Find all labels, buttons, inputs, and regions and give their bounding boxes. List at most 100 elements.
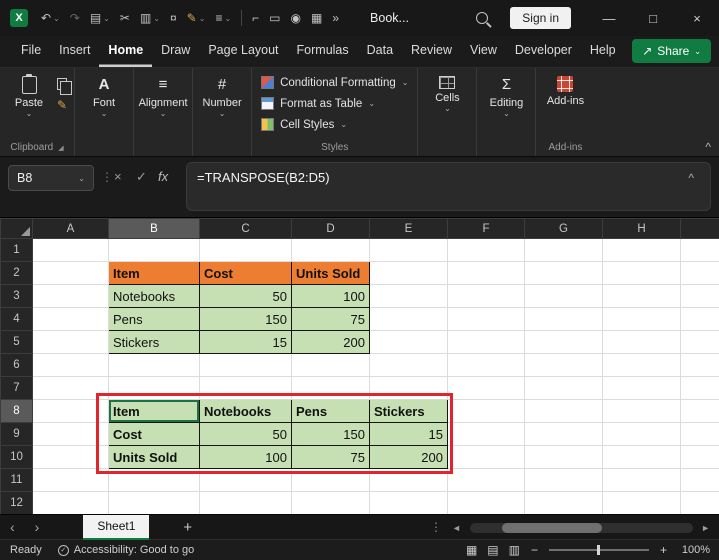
cell-C4[interactable]: 150 xyxy=(199,307,292,331)
cell-G3[interactable] xyxy=(524,284,603,308)
maximize-button[interactable]: □ xyxy=(631,0,675,36)
collapse-formula-bar-icon[interactable]: ^ xyxy=(688,171,694,185)
cell-F11[interactable] xyxy=(447,468,525,492)
cell-E9[interactable]: 15 xyxy=(369,422,448,446)
cell-styles-button[interactable]: Cell Styles ⌄ xyxy=(255,114,353,135)
print-button[interactable]: ▤ ⌄ xyxy=(85,5,115,31)
column-header-G[interactable]: G xyxy=(524,218,603,239)
paste-button[interactable]: Paste ⌄ xyxy=(3,70,55,118)
cell-A10[interactable] xyxy=(32,445,109,469)
row-header-5[interactable]: 5 xyxy=(0,330,33,354)
table-button[interactable]: ▦ xyxy=(306,5,327,31)
cell-B11[interactable] xyxy=(108,468,200,492)
cell-E3[interactable] xyxy=(369,284,448,308)
column-header-C[interactable]: C xyxy=(199,218,292,239)
cell-F8[interactable] xyxy=(447,399,525,423)
zoom-in-button[interactable]: + xyxy=(660,543,667,557)
conditional-formatting-button[interactable]: Conditional Formatting ⌄ xyxy=(255,72,414,93)
cell-E1[interactable] xyxy=(369,238,448,262)
name-box[interactable]: B8 ⌄ xyxy=(8,165,94,191)
copy-button[interactable]: ▥ ⌄ xyxy=(135,5,165,31)
cell-H7[interactable] xyxy=(602,376,681,400)
cell-E7[interactable] xyxy=(369,376,448,400)
sheet-tab-sheet1[interactable]: Sheet1 xyxy=(83,514,150,540)
tab-draw[interactable]: Draw xyxy=(152,36,199,67)
format-as-table-button[interactable]: Format as Table ⌄ xyxy=(255,93,381,114)
cell-H4[interactable] xyxy=(602,307,681,331)
accessibility-status[interactable]: Accessibility: Good to go xyxy=(74,544,194,556)
cell-A12[interactable] xyxy=(32,491,109,514)
cell-G4[interactable] xyxy=(524,307,603,331)
cell-A11[interactable] xyxy=(32,468,109,492)
cell-F12[interactable] xyxy=(447,491,525,514)
cell-F10[interactable] xyxy=(447,445,525,469)
cell-H5[interactable] xyxy=(602,330,681,354)
cell-E4[interactable] xyxy=(369,307,448,331)
cell-G6[interactable] xyxy=(524,353,603,377)
cell-G11[interactable] xyxy=(524,468,603,492)
cell-D10[interactable]: 75 xyxy=(291,445,370,469)
cell-D1[interactable] xyxy=(291,238,370,262)
cell-B4[interactable]: Pens xyxy=(108,307,200,331)
cell-C10[interactable]: 100 xyxy=(199,445,292,469)
cell-E5[interactable] xyxy=(369,330,448,354)
cell-B8[interactable]: Item xyxy=(108,399,200,423)
row-header-1[interactable]: 1 xyxy=(0,238,33,262)
cell-A5[interactable] xyxy=(32,330,109,354)
scroll-left-icon[interactable]: ◄ xyxy=(452,523,461,533)
cell-D3[interactable]: 100 xyxy=(291,284,370,308)
cell-C5[interactable]: 15 xyxy=(199,330,292,354)
column-header-B[interactable]: B xyxy=(108,218,200,239)
cell-H6[interactable] xyxy=(602,353,681,377)
addins-button[interactable]: Add-ins xyxy=(539,70,591,107)
cell-G1[interactable] xyxy=(524,238,603,262)
cell-C9[interactable]: 50 xyxy=(199,422,292,446)
column-header-D[interactable]: D xyxy=(291,218,370,239)
cell-D11[interactable] xyxy=(291,468,370,492)
cell-D2[interactable]: Units Sold xyxy=(291,261,370,285)
camera-button[interactable]: ◉ xyxy=(286,5,306,31)
align-button[interactable]: ≡ ⌄ xyxy=(210,5,236,31)
number-menu-button[interactable]: # Number ⌄ xyxy=(196,70,248,118)
previous-sheet-icon[interactable]: ‹ xyxy=(0,519,25,535)
select-all-button[interactable] xyxy=(0,218,33,239)
row-header-6[interactable]: 6 xyxy=(0,353,33,377)
cell-A6[interactable] xyxy=(32,353,109,377)
cell-H8[interactable] xyxy=(602,399,681,423)
enter-icon[interactable]: ✓ xyxy=(136,169,147,185)
normal-view-button[interactable]: ▦ xyxy=(466,543,477,557)
zoom-level[interactable]: 100% xyxy=(678,544,710,556)
formula-input[interactable]: =TRANSPOSE(B2:D5) ^ xyxy=(186,162,711,211)
cell-D4[interactable]: 75 xyxy=(291,307,370,331)
cell-B6[interactable] xyxy=(108,353,200,377)
cell-A2[interactable] xyxy=(32,261,109,285)
cell-D7[interactable] xyxy=(291,376,370,400)
sign-in-button[interactable]: Sign in xyxy=(510,7,571,29)
collapse-ribbon-icon[interactable]: ^ xyxy=(705,140,711,154)
zoom-slider[interactable] xyxy=(548,545,649,555)
copy-button[interactable] xyxy=(57,78,72,95)
next-sheet-icon[interactable]: › xyxy=(25,519,50,535)
cell-C8[interactable]: Notebooks xyxy=(199,399,292,423)
page-layout-view-button[interactable]: ▤ xyxy=(487,543,498,557)
cell-H9[interactable] xyxy=(602,422,681,446)
minimize-button[interactable]: — xyxy=(587,0,631,36)
cell-H12[interactable] xyxy=(602,491,681,514)
row-header-2[interactable]: 2 xyxy=(0,261,33,285)
cell-H10[interactable] xyxy=(602,445,681,469)
row-header-3[interactable]: 3 xyxy=(0,284,33,308)
cut-button[interactable]: ✂ xyxy=(115,5,135,31)
cells-menu-button[interactable]: Cells ⌄ xyxy=(421,70,473,113)
column-header-F[interactable]: F xyxy=(447,218,525,239)
tab-file[interactable]: File xyxy=(12,36,50,67)
row-header-12[interactable]: 12 xyxy=(0,491,33,514)
cell-G2[interactable] xyxy=(524,261,603,285)
format-painter-button[interactable]: ✎ xyxy=(57,98,67,112)
undo-button[interactable]: ↶ ⌄ xyxy=(36,5,65,31)
cell-C12[interactable] xyxy=(199,491,292,514)
cancel-icon[interactable]: × xyxy=(114,169,122,184)
row-header-8[interactable]: 8 xyxy=(0,399,33,423)
cell-E8[interactable]: Stickers xyxy=(369,399,448,423)
cell-A3[interactable] xyxy=(32,284,109,308)
cell-E2[interactable] xyxy=(369,261,448,285)
